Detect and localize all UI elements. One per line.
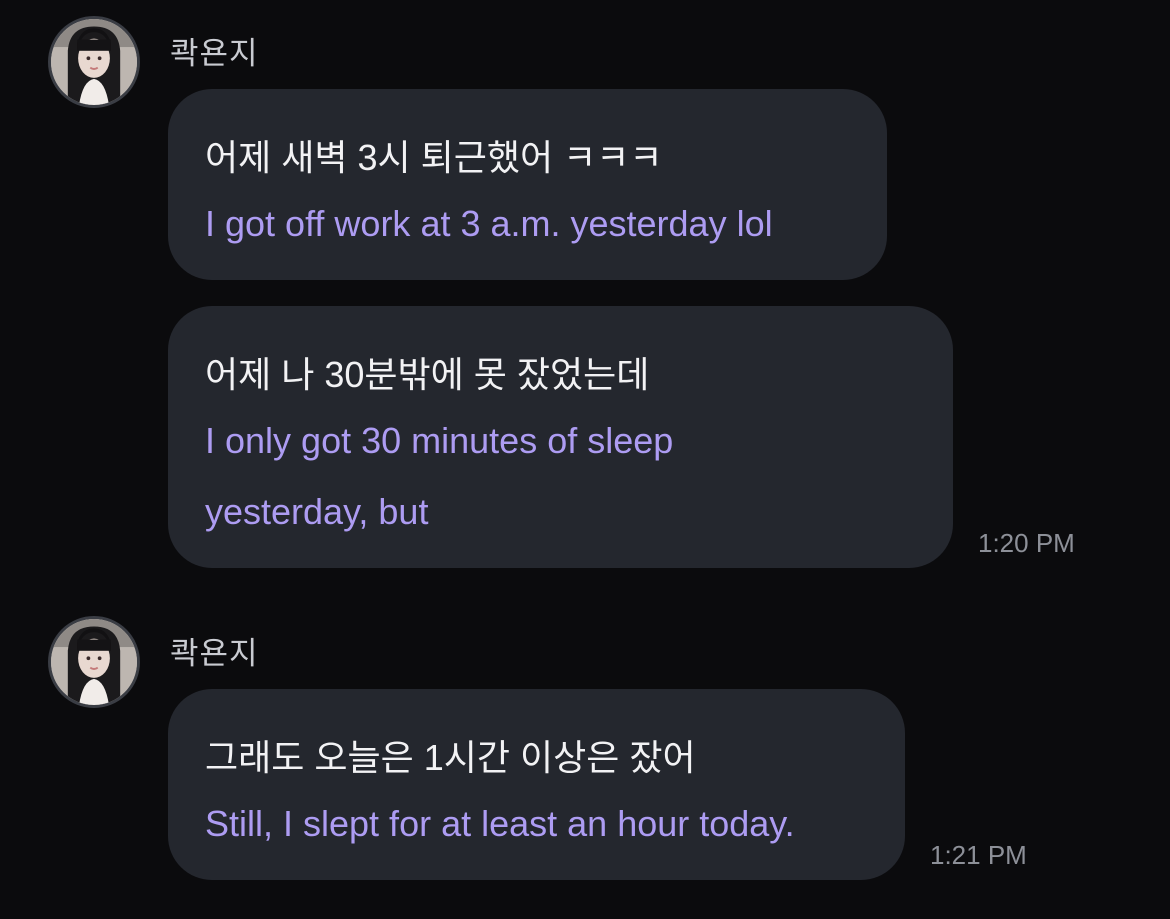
message-text-korean: 어제 나 30분밖에 못 잤었는데 [205, 354, 650, 395]
avatar[interactable] [48, 16, 140, 108]
message-text-translation: yesterday, but [205, 491, 429, 532]
message-text-translation: I only got 30 minutes of sleep [205, 420, 674, 461]
sender-name: 콱욘지 [170, 636, 259, 671]
profile-photo-icon [51, 19, 137, 105]
message-text-translation: I got off work at 3 a.m. yesterday lol [205, 203, 773, 244]
message-bubble[interactable]: 어제 나 30분밖에 못 잤었는데 I only got 30 minutes … [168, 306, 953, 568]
message-bubble[interactable]: 그래도 오늘은 1시간 이상은 잤어 Still, I slept for at… [168, 689, 905, 880]
avatar[interactable] [48, 616, 140, 708]
message-timestamp: 1:20 PM [978, 528, 1075, 558]
message-timestamp: 1:21 PM [930, 840, 1027, 870]
message-text-korean: 어제 새벽 3시 퇴근했어 ㅋㅋㅋ [205, 137, 663, 178]
message-text-korean: 그래도 오늘은 1시간 이상은 잤어 [205, 737, 696, 778]
profile-photo-icon [51, 619, 137, 705]
message-bubble[interactable]: 어제 새벽 3시 퇴근했어 ㅋㅋㅋ I got off work at 3 a.… [168, 89, 887, 280]
message-text-translation: Still, I slept for at least an hour toda… [205, 803, 795, 844]
sender-name: 콱욘지 [170, 36, 259, 71]
